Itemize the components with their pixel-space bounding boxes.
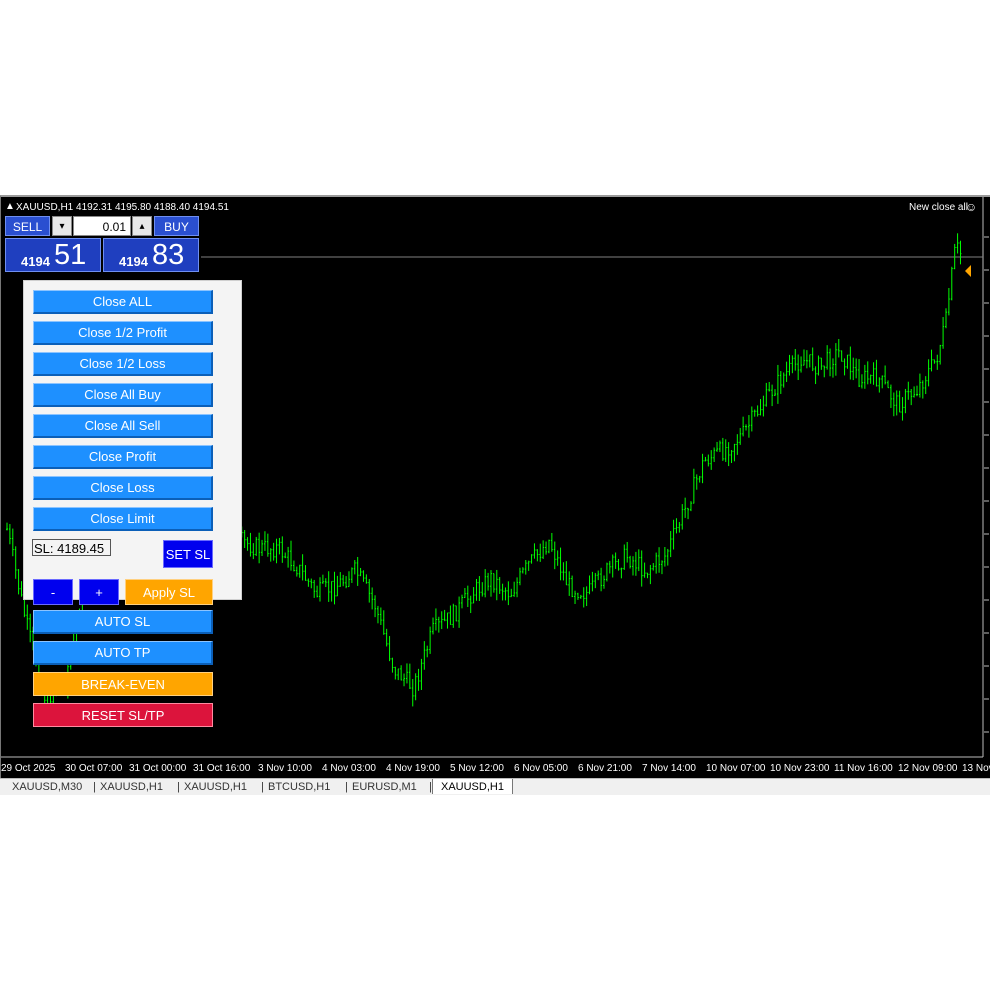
symbol-dropdown-icon[interactable]: ▲: [5, 201, 15, 212]
time-label: 7 Nov 14:00: [642, 763, 696, 774]
time-label: 10 Nov 07:00: [706, 763, 766, 774]
close-button-0[interactable]: Close ALL: [33, 290, 213, 314]
tab-separator: |: [345, 781, 348, 793]
chart-tabs-bar: XAUUSD,M30 | XAUUSD,H1 | XAUUSD,H1 | BTCUSD,H1…: [0, 778, 990, 795]
sell-price-small: 4194: [21, 254, 50, 269]
chart-tab-1[interactable]: XAUUSD,H1: [100, 781, 163, 793]
tab-separator: |: [261, 781, 264, 793]
time-label: 6 Nov 05:00: [514, 763, 568, 774]
time-label: 3 Nov 10:00: [258, 763, 312, 774]
auto-tp-button[interactable]: AUTO TP: [33, 641, 213, 665]
time-label: 4 Nov 19:00: [386, 763, 440, 774]
close-button-4[interactable]: Close All Sell: [33, 414, 213, 438]
lot-size-input[interactable]: 0.01: [73, 216, 131, 236]
close-button-7[interactable]: Close Limit: [33, 507, 213, 531]
smiley-icon: ☺: [965, 200, 978, 214]
reset-sl-tp-button[interactable]: RESET SL/TP: [33, 703, 213, 727]
time-label: 5 Nov 12:00: [450, 763, 504, 774]
buy-price-small: 4194: [119, 254, 148, 269]
time-label: 10 Nov 23:00: [770, 763, 830, 774]
tab-separator: |: [93, 781, 96, 793]
buy-price-box[interactable]: 4194 83: [103, 238, 199, 272]
set-sl-button[interactable]: SET SL: [163, 540, 213, 568]
close-button-6[interactable]: Close Loss: [33, 476, 213, 500]
lot-decrease-button[interactable]: ▾: [52, 216, 72, 236]
sell-button[interactable]: SELL: [5, 216, 50, 236]
sl-plus-button[interactable]: +: [79, 579, 119, 605]
sl-minus-button[interactable]: -: [33, 579, 73, 605]
apply-sl-button[interactable]: Apply SL: [125, 579, 213, 605]
one-click-trading-panel: SELL ▾ 0.01 ▴ BUY 4194 51 4194 83: [5, 216, 199, 273]
time-label: 31 Oct 16:00: [193, 763, 251, 774]
time-label: 12 Nov 09:00: [898, 763, 958, 774]
time-label: 4 Nov 03:00: [322, 763, 376, 774]
symbol-info: XAUUSD,H1 4192.31 4195.80 4188.40 4194.5…: [16, 202, 229, 213]
chart-window[interactable]: ▲ XAUUSD,H1 4192.31 4195.80 4188.40 4194…: [0, 195, 990, 778]
lot-increase-button[interactable]: ▴: [132, 216, 152, 236]
time-label: 29 Oct 2025: [1, 763, 56, 774]
chart-tab-4[interactable]: EURUSD,M1: [352, 781, 417, 793]
time-label: 31 Oct 00:00: [129, 763, 187, 774]
buy-button[interactable]: BUY: [154, 216, 199, 236]
price-marker: [965, 265, 971, 277]
close-button-3[interactable]: Close All Buy: [33, 383, 213, 407]
buy-price-big: 83: [152, 239, 185, 271]
time-label: 6 Nov 21:00: [578, 763, 632, 774]
auto-sl-button[interactable]: AUTO SL: [33, 610, 213, 634]
chart-tab-2[interactable]: XAUUSD,H1: [184, 781, 247, 793]
close-button-5[interactable]: Close Profit: [33, 445, 213, 469]
close-button-1[interactable]: Close 1/2 Profit: [33, 321, 213, 345]
sell-price-box[interactable]: 4194 51: [5, 238, 101, 272]
time-label: 11 Nov 16:00: [834, 763, 893, 774]
time-label: 13 Nov: [962, 763, 990, 774]
chart-tab-3[interactable]: BTCUSD,H1: [268, 781, 330, 793]
sell-price-big: 51: [54, 239, 87, 271]
time-label: 30 Oct 07:00: [65, 763, 123, 774]
close-button-2[interactable]: Close 1/2 Loss: [33, 352, 213, 376]
sl-input[interactable]: SL: 4189.45: [32, 539, 111, 556]
chart-tab-5[interactable]: XAUUSD,H1: [432, 779, 513, 794]
ea-label: New close all: [909, 202, 968, 213]
tab-separator: |: [177, 781, 180, 793]
break-even-button[interactable]: BREAK-EVEN: [33, 672, 213, 696]
chart-tab-0[interactable]: XAUUSD,M30: [12, 781, 82, 793]
